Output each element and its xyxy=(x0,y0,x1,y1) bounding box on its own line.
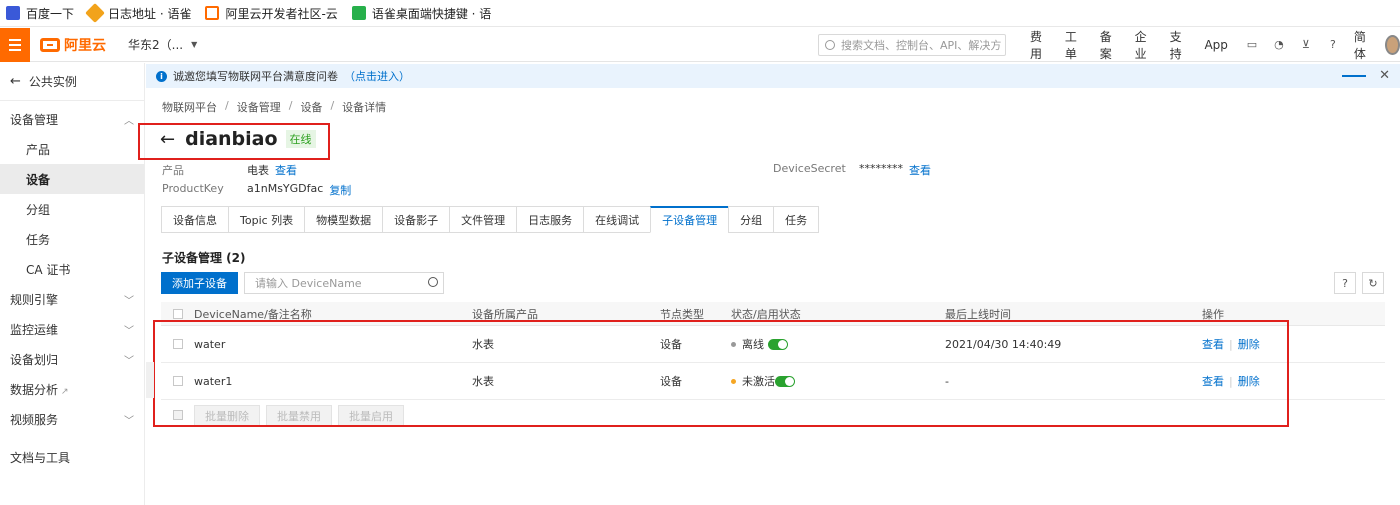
rows-highlight-box xyxy=(153,320,1289,427)
info-icon: i xyxy=(156,70,167,82)
select-all-checkbox[interactable] xyxy=(173,308,183,319)
productkey-meta: ProductKey a1nMsYGDfac 复制 xyxy=(162,182,352,198)
menu-icp[interactable]: 备案 xyxy=(1100,28,1117,62)
sidebar-item-device[interactable]: 设备 xyxy=(0,164,144,194)
global-search-input[interactable]: 搜索文档、控制台、API、解决方 xyxy=(818,34,1006,56)
chevron-down-icon: ﹀ xyxy=(124,415,134,427)
survey-notice: i 诚邀您填写物联网平台满意度问卷 （点击进入） ✕ xyxy=(146,64,1400,88)
sidebar-back-button[interactable]: ← 公共实例 xyxy=(0,63,144,101)
chevron-down-icon: ﹀ xyxy=(124,355,134,367)
leaf-icon xyxy=(351,6,366,20)
breadcrumb-device[interactable]: 设备 xyxy=(300,99,322,115)
menu-enterprise[interactable]: 企业 xyxy=(1135,28,1152,62)
tab-task[interactable]: 任务 xyxy=(773,206,820,233)
sidebar-item-ca-cert[interactable]: CA 证书 xyxy=(0,254,144,284)
arrow-left-icon: ← xyxy=(10,74,21,89)
search-icon[interactable] xyxy=(428,277,438,287)
breadcrumb-device-detail: 设备详情 xyxy=(342,101,387,114)
bookmark-baidu[interactable]: 百度一下 xyxy=(6,5,74,22)
bell-icon[interactable]: ◔ xyxy=(1273,39,1285,51)
bookmark-yuque-shortcuts[interactable]: 语雀桌面端快捷键 · 语 xyxy=(351,5,491,22)
sidebar-item-product[interactable]: 产品 xyxy=(0,134,144,164)
help-button[interactable]: ? xyxy=(1334,272,1356,294)
tab-topic-list[interactable]: Topic 列表 xyxy=(228,206,305,233)
survey-link[interactable]: （点击进入） xyxy=(344,68,410,84)
sidebar-group-data-analysis[interactable]: 数据分析 ↗ xyxy=(0,374,144,404)
region-selector[interactable]: 华东2（... ▼ xyxy=(128,36,197,53)
aliyun-icon xyxy=(205,6,220,20)
breadcrumb-iot[interactable]: 物联网平台 xyxy=(162,99,217,115)
add-subdevice-button[interactable]: 添加子设备 xyxy=(161,272,238,294)
menu-ticket[interactable]: 工单 xyxy=(1065,28,1082,62)
view-secret-link[interactable]: 查看 xyxy=(909,162,931,178)
devicesecret-meta: DeviceSecret ******** 查看 xyxy=(773,162,931,178)
breadcrumb: 物联网平台 / 设备管理 / 设备 / 设备详情 xyxy=(162,99,387,115)
baidu-icon xyxy=(6,6,20,20)
tab-device-shadow[interactable]: 设备影子 xyxy=(382,206,450,233)
sidebar-collapse-handle[interactable] xyxy=(146,362,154,398)
close-icon[interactable]: ✕ xyxy=(1379,68,1390,83)
top-navigation: 阿里云 华东2（... ▼ 搜索文档、控制台、API、解决方 费用 工单 备案 企… xyxy=(0,27,1400,62)
sidebar-docs-tools[interactable]: 文档与工具 xyxy=(0,442,144,472)
cart-icon[interactable]: ⊻ xyxy=(1300,39,1312,51)
avatar[interactable] xyxy=(1384,35,1400,55)
sidebar: ← 公共实例 设备管理 ︿ 产品 设备 分组 任务 CA 证书 规则引擎 ﹀ 监控运维… xyxy=(0,63,145,505)
sidebar-group-rules[interactable]: 规则引擎 ﹀ xyxy=(0,284,144,314)
page-title: ← dianbiao 在线 xyxy=(160,128,316,150)
aliyun-logo-icon xyxy=(40,37,60,52)
tab-subdevice-management[interactable]: 子设备管理 xyxy=(650,206,729,233)
menu-support[interactable]: 支持 xyxy=(1170,28,1187,62)
status-badge: 在线 xyxy=(285,130,316,148)
sidebar-group-device-assign[interactable]: 设备划归 ﹀ xyxy=(0,344,144,374)
sidebar-group-device-management[interactable]: 设备管理 ︿ xyxy=(0,104,144,134)
refresh-button[interactable]: ↻ xyxy=(1362,272,1384,294)
aliyun-logo[interactable]: 阿里云 xyxy=(40,35,106,55)
menu-app[interactable]: App xyxy=(1204,38,1227,52)
menu-billing[interactable]: 费用 xyxy=(1030,28,1047,62)
device-name: dianbiao xyxy=(185,128,278,150)
sidebar-item-group[interactable]: 分组 xyxy=(0,194,144,224)
subdevice-section-title: 子设备管理 (2) xyxy=(162,251,246,265)
chevron-down-icon: ﹀ xyxy=(124,325,134,337)
chevron-up-icon: ︿ xyxy=(124,115,134,127)
tab-file-management[interactable]: 文件管理 xyxy=(449,206,517,233)
bookmark-log[interactable]: 日志地址 · 语雀 xyxy=(85,3,191,23)
devicename-search-input[interactable]: 请输入 DeviceName xyxy=(244,272,444,294)
caret-down-icon: ▼ xyxy=(191,40,198,49)
sidebar-group-monitor[interactable]: 监控运维 ﹀ xyxy=(0,314,144,344)
breadcrumb-device-mgmt[interactable]: 设备管理 xyxy=(237,99,281,115)
tab-log-service[interactable]: 日志服务 xyxy=(516,206,584,233)
copy-productkey-link[interactable]: 复制 xyxy=(329,182,351,198)
chevron-down-icon: ﹀ xyxy=(124,295,134,307)
minimize-icon[interactable] xyxy=(1342,75,1366,77)
bookmarks-bar: 百度一下 日志地址 · 语雀 阿里云开发者社区-云 语雀桌面端快捷键 · 语 xyxy=(0,0,1400,27)
tab-tsl-data[interactable]: 物模型数据 xyxy=(304,206,383,233)
search-icon xyxy=(825,40,835,50)
help-icon[interactable]: ? xyxy=(1327,39,1339,51)
top-menu: 费用 工单 备案 企业 支持 App ▭ ◔ ⊻ ? 简体 xyxy=(1030,28,1400,62)
sidebar-item-task[interactable]: 任务 xyxy=(0,224,144,254)
view-product-link[interactable]: 查看 xyxy=(275,162,297,178)
external-link-icon: ↗ xyxy=(61,386,69,397)
language-selector[interactable]: 简体 xyxy=(1354,28,1371,62)
tab-device-info[interactable]: 设备信息 xyxy=(161,206,228,233)
tab-online-debug[interactable]: 在线调试 xyxy=(583,206,651,233)
bookmark-aliyun-community[interactable]: 阿里云开发者社区-云 xyxy=(205,5,338,22)
product-meta: 产品 电表 查看 xyxy=(162,162,297,178)
back-arrow-icon[interactable]: ← xyxy=(160,129,175,150)
sidebar-group-video[interactable]: 视频服务 ﹀ xyxy=(0,404,144,434)
terminal-icon[interactable]: ▭ xyxy=(1246,39,1258,51)
tab-group[interactable]: 分组 xyxy=(728,206,774,233)
hamburger-menu-button[interactable] xyxy=(0,27,30,62)
flame-icon xyxy=(85,3,105,23)
device-tabs: 设备信息 Topic 列表 物模型数据 设备影子 文件管理 日志服务 在线调试 … xyxy=(161,206,820,233)
